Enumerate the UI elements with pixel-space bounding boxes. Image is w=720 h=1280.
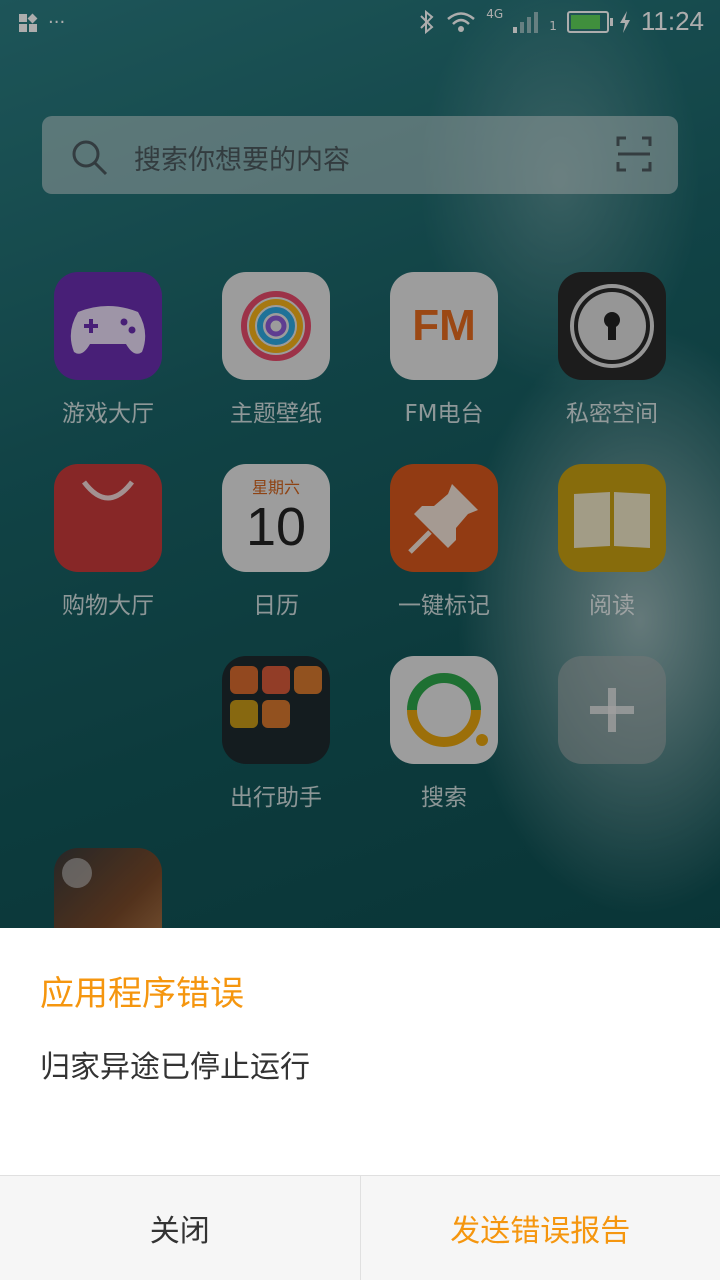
dim-overlay <box>0 0 720 930</box>
dialog-title: 应用程序错误 <box>40 974 244 1014</box>
error-dialog: 应用程序错误 归家异途已停止运行 关闭 发送错误报告 <box>0 928 720 1280</box>
dialog-message: 归家异途已停止运行 <box>40 1050 310 1085</box>
send-error-report-button[interactable]: 发送错误报告 <box>361 1176 720 1280</box>
dialog-button-row: 关闭 发送错误报告 <box>0 1175 720 1280</box>
close-button[interactable]: 关闭 <box>0 1176 361 1280</box>
